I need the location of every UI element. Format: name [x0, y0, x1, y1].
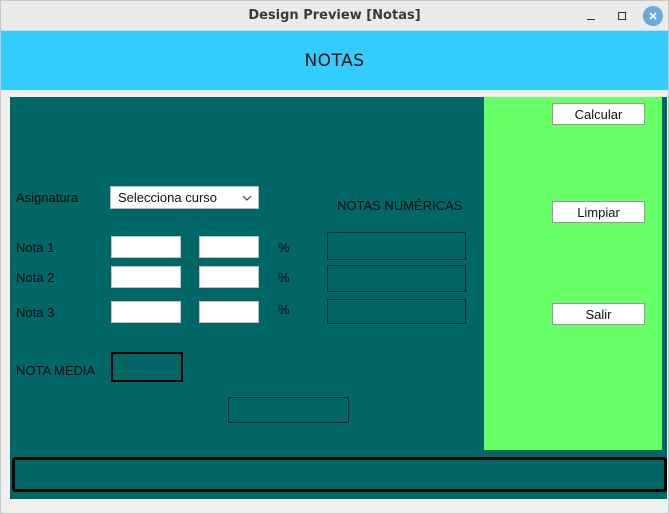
minimize-button[interactable]	[581, 6, 601, 26]
result-output	[228, 397, 349, 423]
nota-1-input[interactable]	[111, 236, 181, 258]
nota-2-percent-sign: %	[278, 270, 290, 285]
asignatura-select[interactable]: Selecciona curso	[110, 186, 259, 209]
main-panel: Asignatura Selecciona curso NOTAS NUMÉRI…	[10, 97, 667, 499]
app-window: Design Preview [Notas] NOTAS Asignatura …	[0, 0, 669, 514]
nota-media-label: NOTA MEDIA	[16, 363, 96, 378]
nota-1-percent-input[interactable]	[199, 236, 259, 258]
header-band: NOTAS	[1, 31, 668, 90]
close-icon	[649, 12, 657, 20]
nota-media-output	[111, 352, 183, 382]
nota-3-percent-input[interactable]	[199, 301, 259, 323]
minimize-icon	[587, 18, 595, 20]
salir-button[interactable]: Salir	[552, 303, 645, 325]
page-title: NOTAS	[304, 51, 365, 71]
nota-2-percent-input[interactable]	[199, 266, 259, 288]
maximize-button[interactable]	[612, 6, 632, 26]
status-bar	[12, 457, 667, 492]
asignatura-select-value: Selecciona curso	[118, 190, 217, 205]
title-bar: Design Preview [Notas]	[1, 1, 668, 31]
nota-2-label: Nota 2	[16, 270, 55, 285]
nota-3-percent-sign: %	[278, 302, 290, 317]
close-button[interactable]	[643, 6, 663, 26]
calcular-button[interactable]: Calcular	[552, 103, 645, 125]
side-panel: Calcular Limpiar Salir	[484, 97, 662, 450]
chevron-down-icon	[242, 195, 252, 201]
nota-3-numeric-output	[327, 299, 466, 324]
nota-2-input[interactable]	[111, 266, 181, 288]
nota-3-label: Nota 3	[16, 305, 55, 320]
maximize-icon	[618, 12, 626, 20]
nota-1-numeric-output	[327, 232, 466, 260]
window-title: Design Preview [Notas]	[248, 8, 421, 23]
asignatura-label: Asignatura	[16, 190, 79, 205]
nota-3-input[interactable]	[111, 301, 181, 323]
notas-numericas-label: NOTAS NUMÉRICAS	[337, 198, 463, 213]
nota-2-numeric-output	[327, 265, 466, 292]
limpiar-button[interactable]: Limpiar	[552, 201, 645, 223]
nota-1-percent-sign: %	[278, 240, 290, 255]
nota-1-label: Nota 1	[16, 240, 55, 255]
